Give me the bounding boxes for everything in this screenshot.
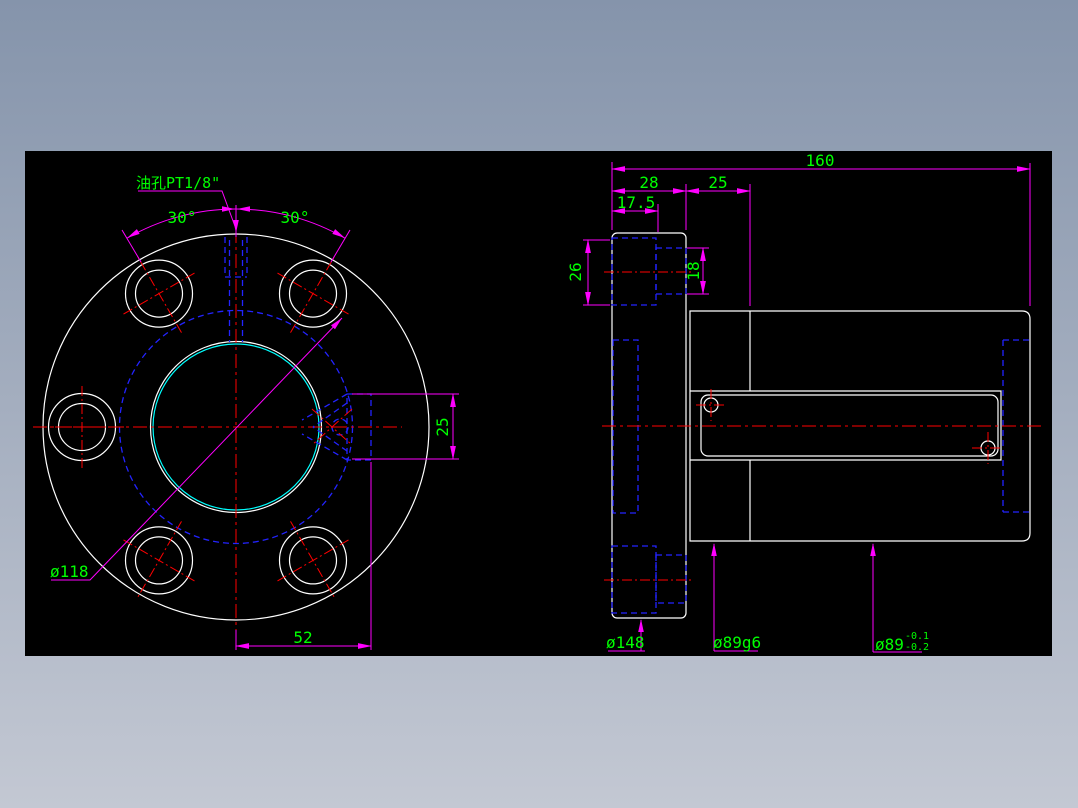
flange-thickness-label: 28	[639, 173, 658, 192]
counterbore-depth-label: 17.5	[617, 193, 656, 212]
bolt-hole-dia-label: 18	[684, 261, 703, 280]
oil-hole-note: 油孔PT1/8"	[136, 174, 220, 192]
body-fit-dia-label: ø89g6	[713, 633, 761, 652]
desktop-background: 30° 30° 油孔PT1/8" ø118 25 52 160 28 25 17…	[0, 0, 1078, 808]
hub-length-label: 25	[708, 173, 727, 192]
body-dia-label: ø89	[875, 635, 904, 654]
angle-label-right: 30°	[281, 208, 310, 227]
bolt-circle-label: ø118	[50, 562, 89, 581]
keyway-width-label: 25	[433, 417, 452, 436]
body-dia-tol-lower: -0.2	[905, 642, 929, 653]
overall-length-label: 160	[806, 151, 835, 170]
cad-viewport: 30° 30° 油孔PT1/8" ø118 25 52 160 28 25 17…	[0, 0, 1078, 808]
flange-dia-label: ø148	[606, 633, 645, 652]
keyway-offset-label: 52	[293, 628, 312, 647]
angle-label-left: 30°	[168, 208, 197, 227]
counterbore-dia-label: 26	[566, 262, 585, 281]
body-dia-tol-upper: -0.1	[905, 631, 929, 642]
